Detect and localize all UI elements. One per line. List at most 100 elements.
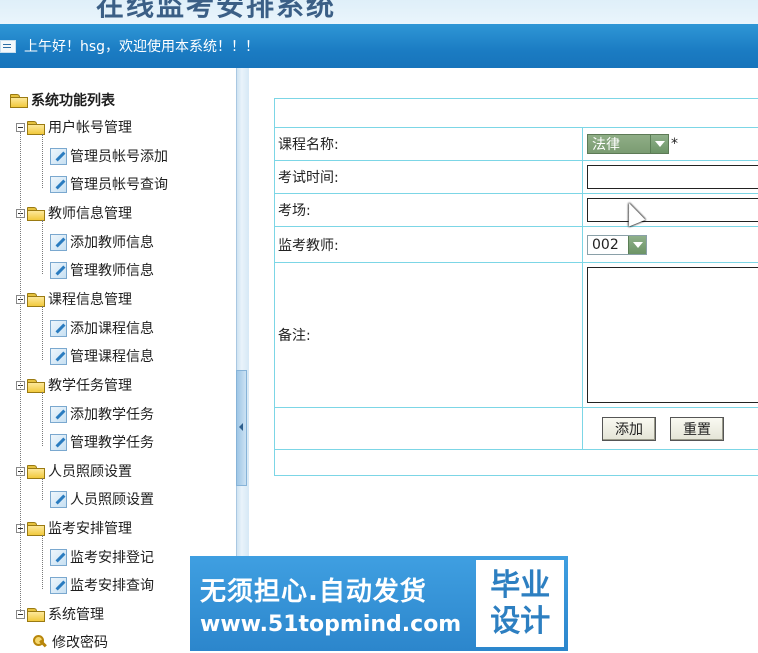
tree-item-register-proctoring[interactable]: 监考安排登记	[50, 546, 154, 568]
chevron-down-icon[interactable]	[628, 235, 646, 254]
row-remark: 备注:	[275, 262, 758, 407]
tree-group-care[interactable]: 人员照顾设置	[16, 460, 132, 482]
row-exam-time: 考试时间:	[275, 160, 758, 193]
tree-connector	[42, 535, 43, 589]
page-edit-icon	[50, 548, 67, 566]
collapse-toggle-icon[interactable]	[16, 122, 25, 132]
reset-button[interactable]: 重置	[670, 416, 724, 441]
greeting-text: 上午好！hsg，欢迎使用本系统！！！	[24, 39, 260, 55]
tree-item-query-proctoring[interactable]: 监考安排查询	[50, 574, 154, 596]
folder-open-icon	[27, 378, 45, 393]
form-header-row	[275, 99, 758, 127]
tree-connector	[20, 132, 21, 612]
tree-group-tasks[interactable]: 教学任务管理	[16, 374, 132, 396]
tree-connector	[42, 220, 43, 274]
folder-open-icon	[27, 464, 45, 479]
page-edit-icon	[50, 319, 67, 337]
top-bar: 上午好！hsg，欢迎使用本系统！！！	[0, 24, 758, 68]
proctor-selected-value: 002	[592, 236, 619, 253]
key-icon	[32, 634, 48, 650]
exam-room-label: 考场:	[275, 194, 583, 226]
tree-group-courses[interactable]: 课程信息管理	[16, 288, 132, 310]
tree-item-add-teacher[interactable]: 添加教师信息	[50, 231, 154, 253]
tree-group-proctoring[interactable]: 监考安排管理	[16, 517, 132, 539]
tree-group-system[interactable]: 系统管理	[16, 603, 104, 625]
tree-item-query-admin[interactable]: 管理员帐号查询	[50, 173, 168, 195]
folder-open-icon	[27, 206, 45, 221]
tree-item-label: 监考安排查询	[70, 578, 154, 594]
watermark-slogan: 无须担心.自动发货	[200, 576, 427, 607]
proctor-select[interactable]: 002	[587, 234, 647, 255]
proctor-label: 监考教师:	[275, 227, 583, 262]
tree-group-label: 用户帐号管理	[48, 120, 132, 136]
watermark-url: www.51topmind.com	[200, 611, 462, 637]
tree-item-label: 管理员帐号添加	[70, 149, 168, 165]
tree-group-label: 系统管理	[48, 607, 104, 623]
system-title: 在线监考安排系统	[96, 0, 337, 22]
chevron-down-icon[interactable]	[650, 135, 668, 153]
course-select[interactable]: 法律	[587, 134, 669, 154]
row-actions: 添加 重置	[275, 407, 758, 449]
collapse-sidebar-button[interactable]	[236, 370, 247, 486]
page-edit-icon	[50, 233, 67, 251]
tree-item-add-task[interactable]: 添加教学任务	[50, 403, 154, 425]
page-edit-icon	[50, 405, 67, 423]
page-edit-icon	[50, 490, 67, 508]
watermark-badge-line2: 设计	[490, 603, 551, 639]
tree-item-label: 管理课程信息	[70, 349, 154, 365]
tree-item-label: 添加教师信息	[70, 235, 154, 251]
watermark-text: 无须担心.自动发货 www.51topmind.com	[190, 556, 470, 651]
tree-item-label: 管理教学任务	[70, 435, 154, 451]
tree-item-add-course[interactable]: 添加课程信息	[50, 317, 154, 339]
tree-item-add-admin[interactable]: 管理员帐号添加	[50, 145, 168, 167]
folder-open-icon	[27, 120, 45, 135]
form-footer-row	[275, 449, 758, 475]
exam-arrangement-form: 课程名称: 法律 * 考试时间: 考场: 监考教师: 002 备注: 添加 重置	[274, 98, 758, 476]
tree-item-change-password[interactable]: 修改密码	[32, 631, 108, 653]
tree-group-teachers[interactable]: 教师信息管理	[16, 202, 132, 224]
tree-connector	[42, 134, 43, 188]
tree-group-label: 课程信息管理	[48, 292, 132, 308]
tree-connector	[42, 478, 43, 500]
tree-item-label: 监考安排登记	[70, 550, 154, 566]
folder-open-icon	[27, 607, 45, 622]
tree-group-label: 教师信息管理	[48, 206, 132, 222]
course-cell: 法律 *	[584, 128, 758, 160]
header-banner: 在线监考安排系统	[0, 0, 758, 24]
watermark-badge: 毕业 设计	[476, 560, 564, 647]
tree-item-manage-course[interactable]: 管理课程信息	[50, 345, 154, 367]
watermark-banner: 无须担心.自动发货 www.51topmind.com 毕业 设计	[190, 556, 568, 651]
tree-item-label: 添加教学任务	[70, 407, 154, 423]
page-edit-icon	[50, 347, 67, 365]
tree-group-label: 人员照顾设置	[48, 464, 132, 480]
required-mark: *	[671, 136, 678, 152]
row-course: 课程名称: 法律 *	[275, 127, 758, 160]
tree-item-label: 添加课程信息	[70, 321, 154, 337]
tree-item-label: 人员照顾设置	[70, 492, 154, 508]
remark-label: 备注:	[275, 263, 583, 407]
page-edit-icon	[50, 175, 67, 193]
page-edit-icon	[50, 576, 67, 594]
page-edit-icon	[50, 433, 67, 451]
remark-textarea[interactable]	[587, 267, 758, 403]
tree-item-label: 修改密码	[52, 635, 108, 651]
tree-item-label: 管理教师信息	[70, 263, 154, 279]
add-button[interactable]: 添加	[602, 416, 656, 441]
exam-room-input[interactable]	[587, 198, 758, 222]
actions-spacer	[275, 408, 583, 449]
row-exam-room: 考场:	[275, 193, 758, 226]
tree-connector	[42, 392, 43, 446]
tree-root[interactable]: 系统功能列表	[10, 89, 115, 111]
tree-item-manage-teacher[interactable]: 管理教师信息	[50, 259, 154, 281]
folder-open-icon	[27, 292, 45, 307]
tree-item-care-settings[interactable]: 人员照顾设置	[50, 488, 154, 510]
arrow-left-icon	[239, 423, 243, 431]
tree-item-manage-task[interactable]: 管理教学任务	[50, 431, 154, 453]
exam-time-input[interactable]	[587, 165, 758, 189]
tree-group-accounts[interactable]: 用户帐号管理	[16, 116, 132, 138]
remark-cell	[584, 263, 758, 407]
row-proctor: 监考教师: 002	[275, 226, 758, 262]
watermark-badge-line1: 毕业	[490, 567, 551, 603]
folder-open-icon	[27, 521, 45, 536]
actions-cell: 添加 重置	[584, 408, 758, 449]
